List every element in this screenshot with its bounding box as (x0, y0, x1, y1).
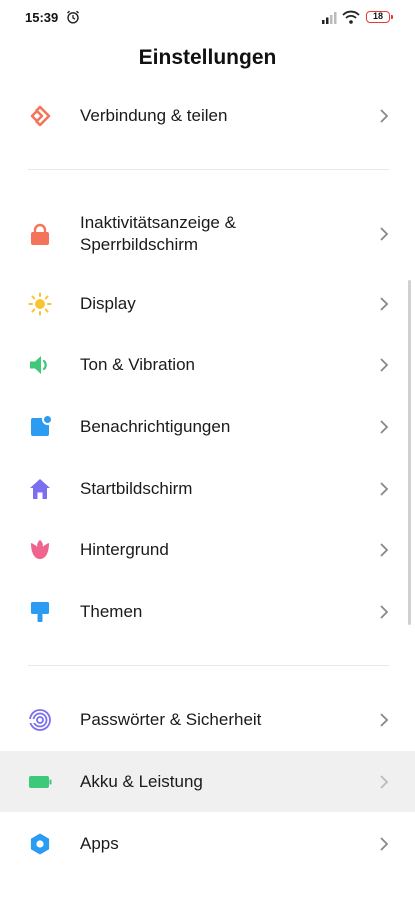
alarm-icon (66, 10, 80, 24)
settings-item-connection-sharing[interactable]: Verbindung & teilen (0, 90, 415, 142)
settings-item-label-line2: Sperrbildschirm (80, 235, 199, 254)
settings-item-sound-vibration[interactable]: Ton & Vibration (0, 339, 415, 391)
settings-item-label: Benachrichtigungen (80, 417, 231, 436)
settings-item-label: Akku & Leistung (80, 772, 203, 791)
sun-icon (28, 292, 52, 316)
settings-item-label: Startbildschirm (80, 479, 193, 498)
settings-item-label: Themen (80, 602, 143, 621)
chevron-right-icon (379, 481, 389, 497)
notification-icon (28, 415, 52, 439)
settings-item-notifications[interactable]: Benachrichtigungen (0, 401, 415, 453)
status-bar: 15:39 18 (0, 0, 415, 34)
settings-item-lock-screen[interactable]: Inaktivitätsanzeige & Sperrbildschirm (0, 205, 415, 263)
section-divider (28, 169, 389, 170)
status-time: 15:39 (25, 10, 59, 25)
chevron-right-icon (379, 712, 389, 728)
settings-item-label: Ton & Vibration (80, 355, 195, 374)
settings-item-wallpaper[interactable]: Hintergrund (0, 524, 415, 576)
settings-item-label: Verbindung & teilen (80, 106, 228, 125)
signal-icon (322, 11, 338, 24)
chevron-right-icon (379, 542, 389, 558)
section-divider (28, 665, 389, 666)
chevron-right-icon (379, 357, 389, 373)
page-title: Einstellungen (138, 46, 277, 69)
home-icon (28, 477, 52, 501)
chevron-right-icon (379, 774, 389, 790)
settings-item-label: Apps (80, 834, 119, 853)
settings-item-label: Hintergrund (80, 540, 169, 559)
settings-item-label: Passwörter & Sicherheit (80, 710, 262, 729)
chevron-right-icon (379, 296, 389, 312)
chevron-right-icon (379, 419, 389, 435)
chevron-right-icon (379, 604, 389, 620)
settings-item-themes[interactable]: Themen (0, 586, 415, 638)
chevron-right-icon (379, 108, 389, 124)
tulip-icon (28, 538, 52, 562)
scrollbar[interactable] (408, 280, 411, 625)
lock-icon (28, 222, 52, 246)
battery-status-icon: 18 (366, 11, 393, 23)
settings-item-battery-performance[interactable]: Akku & Leistung (0, 751, 415, 812)
brush-icon (28, 600, 52, 624)
settings-item-apps[interactable]: Apps (0, 818, 415, 870)
fingerprint-icon (28, 708, 52, 732)
chevron-right-icon (379, 836, 389, 852)
settings-item-home-screen[interactable]: Startbildschirm (0, 463, 415, 515)
chevron-right-icon (379, 226, 389, 242)
settings-item-passwords-security[interactable]: Passwörter & Sicherheit (0, 694, 415, 746)
settings-item-label: Inaktivitätsanzeige & (80, 213, 236, 232)
wifi-icon (342, 10, 360, 24)
settings-item-display[interactable]: Display (0, 278, 415, 330)
gear-icon (28, 832, 52, 856)
speaker-icon (28, 353, 52, 377)
share-icon (28, 104, 52, 128)
settings-item-label: Display (80, 294, 136, 313)
battery-icon (28, 770, 52, 794)
